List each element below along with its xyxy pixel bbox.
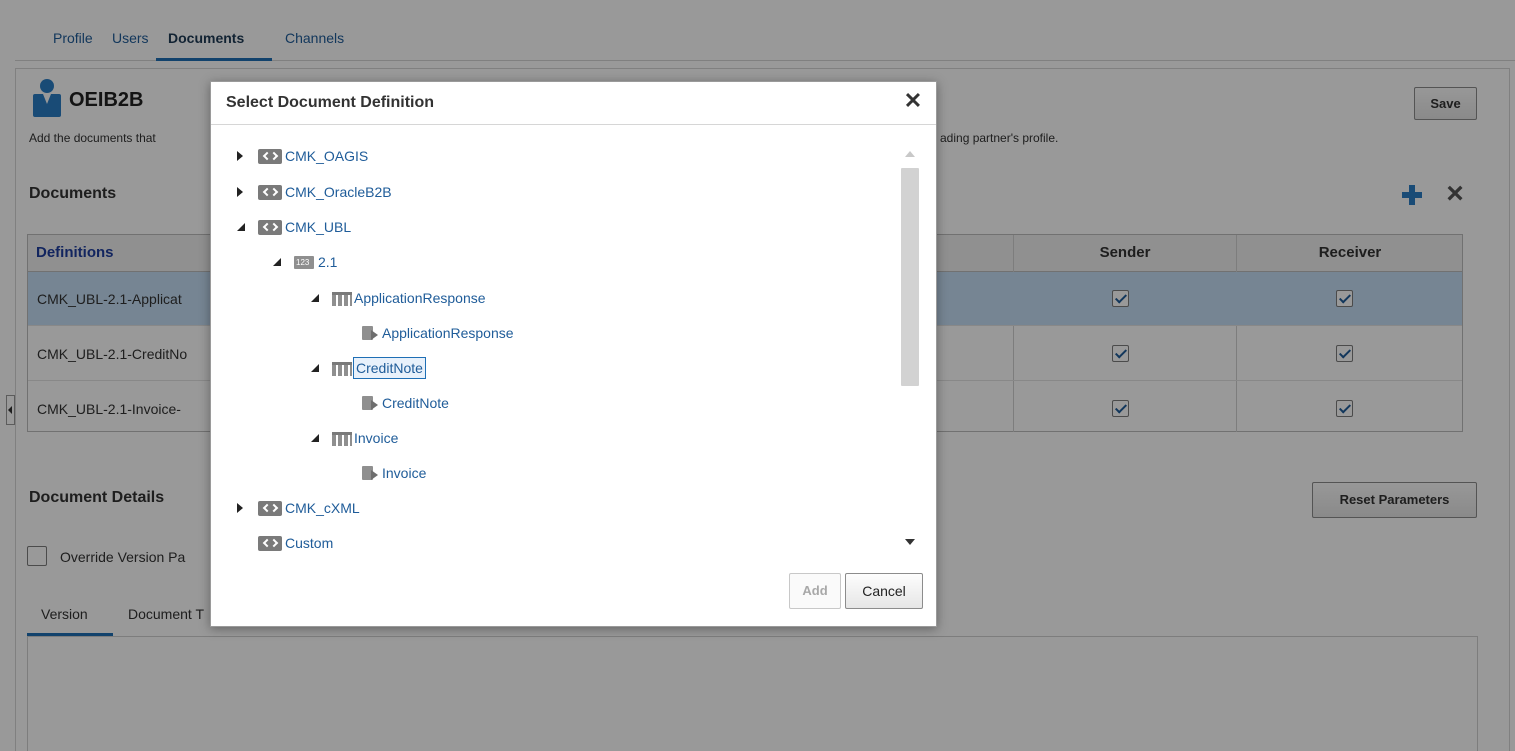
version-icon	[294, 256, 314, 269]
tree-node-cmk-oracleb2b[interactable]: CMK_OracleB2B	[237, 181, 537, 203]
scroll-down-icon[interactable]	[905, 539, 915, 545]
document-definition-icon	[362, 396, 379, 411]
tree-node-label: CMK_cXML	[285, 500, 360, 516]
tree-node-invoice-type[interactable]: Invoice	[311, 427, 611, 449]
tree-node-invoice-definition[interactable]: Invoice	[362, 462, 662, 484]
select-document-definition-dialog: Select Document Definition ✕ CMK_OAGIS C…	[210, 81, 937, 627]
tree-node-label: 2.1	[318, 254, 338, 270]
schema-icon	[258, 185, 282, 200]
tree-scrollbar[interactable]	[899, 138, 921, 553]
collapse-toggle-icon[interactable]	[237, 223, 245, 231]
tree-node-custom[interactable]: Custom	[237, 532, 537, 554]
collapse-toggle-icon[interactable]	[273, 258, 281, 266]
dialog-title: Select Document Definition	[226, 94, 435, 111]
document-definition-icon	[362, 466, 379, 481]
tree-node-label: CMK_OracleB2B	[285, 184, 392, 200]
collapse-toggle-icon[interactable]	[311, 294, 319, 302]
tree-node-label: ApplicationResponse	[382, 325, 514, 341]
document-type-icon	[332, 292, 352, 306]
collapse-toggle-icon[interactable]	[311, 434, 319, 442]
tree-node-label: Custom	[285, 535, 334, 551]
tree-node-creditnote-definition[interactable]: CreditNote	[362, 392, 662, 414]
tree-node-cmk-oagis[interactable]: CMK_OAGIS	[237, 145, 537, 167]
schema-icon	[258, 501, 282, 516]
schema-icon	[258, 220, 282, 235]
tree-node-cmk-ubl[interactable]: CMK_UBL	[237, 216, 537, 238]
close-icon[interactable]: ✕	[901, 89, 925, 113]
tree-node-applicationresponse-type[interactable]: ApplicationResponse	[311, 287, 611, 309]
tree-node-label: ApplicationResponse	[354, 290, 486, 306]
document-type-icon	[332, 362, 352, 376]
cancel-button[interactable]: Cancel	[845, 573, 923, 609]
scroll-up-icon[interactable]	[905, 151, 915, 157]
tree-node-cmk-cxml[interactable]: CMK_cXML	[237, 497, 537, 519]
add-button[interactable]: Add	[789, 573, 841, 609]
tree-node-label: CMK_UBL	[285, 219, 352, 235]
tree-node-label: Invoice	[382, 465, 427, 481]
tree-node-creditnote-type[interactable]: CreditNote	[311, 357, 611, 379]
schema-icon	[258, 149, 282, 164]
collapse-toggle-icon[interactable]	[311, 364, 319, 372]
expand-toggle-icon[interactable]	[237, 503, 243, 513]
document-definition-tree: CMK_OAGIS CMK_OracleB2B CMK_UBL 2.1 Appl…	[211, 135, 901, 555]
expand-toggle-icon[interactable]	[237, 187, 243, 197]
tree-node-applicationresponse-definition[interactable]: ApplicationResponse	[362, 322, 662, 344]
document-type-icon	[332, 432, 352, 446]
tree-node-label: CreditNote	[382, 395, 449, 411]
scrollbar-thumb[interactable]	[901, 168, 919, 386]
tree-node-label: CMK_OAGIS	[285, 148, 369, 164]
expand-toggle-icon[interactable]	[237, 151, 243, 161]
tree-node-label: Invoice	[354, 430, 399, 446]
schema-icon	[258, 536, 282, 551]
tree-node-label-selected: CreditNote	[353, 357, 426, 379]
tree-node-version-2-1[interactable]: 2.1	[273, 251, 573, 273]
document-definition-icon	[362, 326, 379, 341]
